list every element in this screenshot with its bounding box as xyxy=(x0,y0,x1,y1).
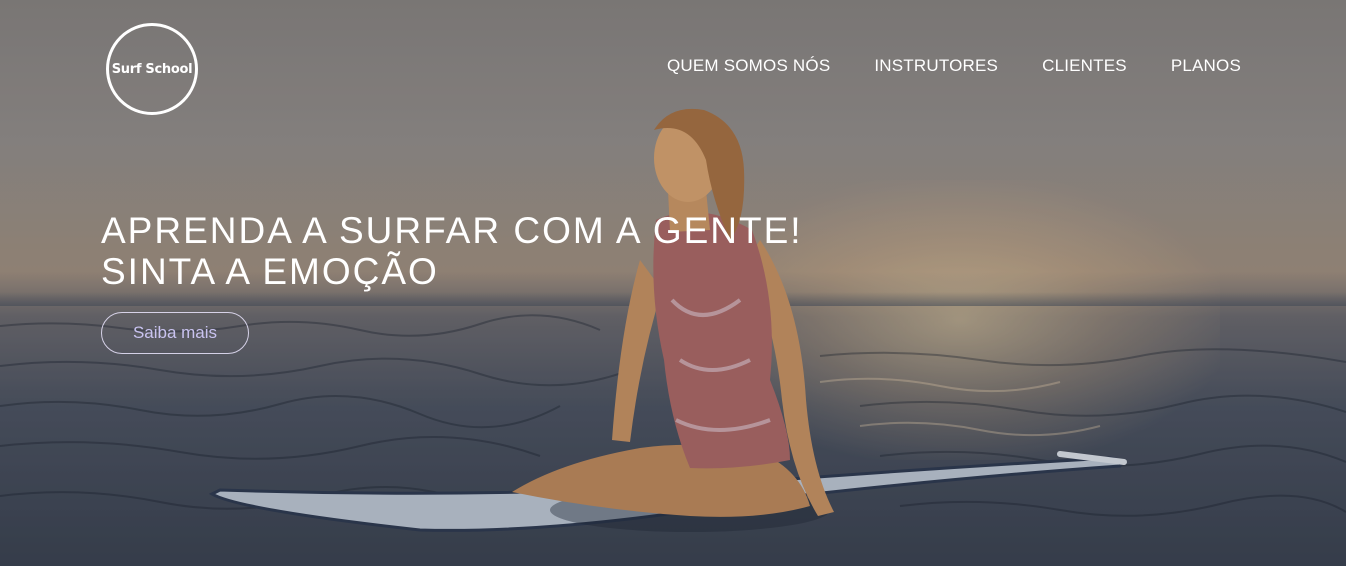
logo[interactable]: Surf School xyxy=(106,23,198,115)
logo-text: Surf School xyxy=(111,61,193,77)
nav-item-planos[interactable]: PLANOS xyxy=(1171,56,1241,76)
nav-item-clientes[interactable]: CLIENTES xyxy=(1042,56,1127,76)
main-nav: QUEM SOMOS NÓS INSTRUTORES CLIENTES PLAN… xyxy=(623,56,1241,76)
nav-item-instrutores[interactable]: INSTRUTORES xyxy=(874,56,998,76)
hero-headline: APRENDA A SURFAR COM A GENTE! SINTA A EM… xyxy=(101,210,803,292)
nav-item-quem-somos[interactable]: QUEM SOMOS NÓS xyxy=(667,56,830,76)
saiba-mais-button[interactable]: Saiba mais xyxy=(101,312,249,354)
headline-line-1: APRENDA A SURFAR COM A GENTE! xyxy=(101,210,803,251)
hero-section: Surf School QUEM SOMOS NÓS INSTRUTORES C… xyxy=(0,0,1346,566)
headline-line-2: SINTA A EMOÇÃO xyxy=(101,251,439,292)
